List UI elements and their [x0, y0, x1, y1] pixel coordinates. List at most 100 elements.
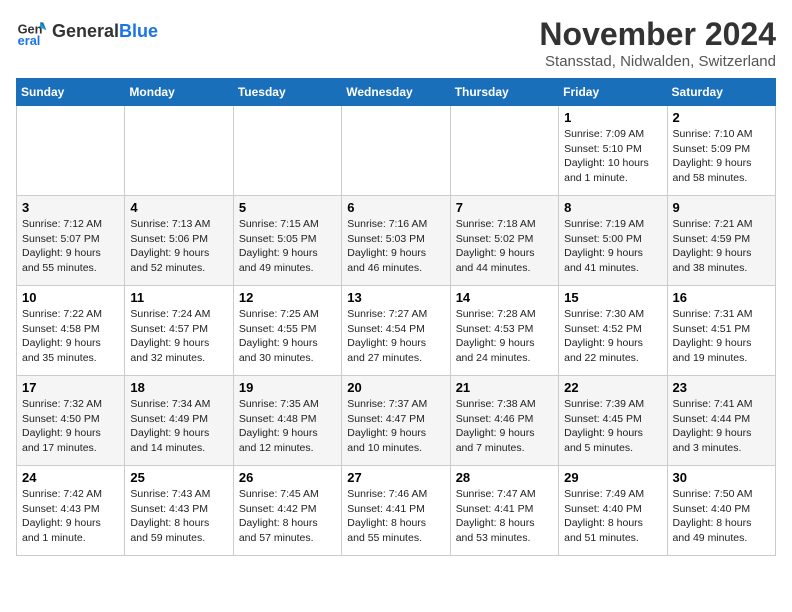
day-info: Sunrise: 7:27 AM Sunset: 4:54 PM Dayligh…	[347, 307, 444, 366]
month-title: November 2024	[539, 16, 776, 53]
calendar-cell: 19Sunrise: 7:35 AM Sunset: 4:48 PM Dayli…	[233, 376, 341, 466]
day-info: Sunrise: 7:31 AM Sunset: 4:51 PM Dayligh…	[673, 307, 770, 366]
day-info: Sunrise: 7:38 AM Sunset: 4:46 PM Dayligh…	[456, 397, 553, 456]
title-block: November 2024 Stansstad, Nidwalden, Swit…	[539, 16, 776, 70]
calendar-cell: 28 Sunrise: 7:47 AM Sunset: 4:41 PM Dayli…	[450, 466, 558, 556]
day-number: 1	[564, 110, 661, 125]
day-info: Sunrise: 7:30 AM Sunset: 4:52 PM Dayligh…	[564, 307, 661, 366]
day-info: Sunrise: 7:19 AM Sunset: 5:00 PM Dayligh…	[564, 217, 661, 276]
calendar-cell: 3 Sunrise: 7:12 AM Sunset: 5:07 PM Daylig…	[17, 196, 125, 286]
svg-text:eral: eral	[18, 33, 41, 48]
calendar-cell: 11 Sunrise: 7:24 AM Sunset: 4:57 PM Dayli…	[125, 286, 233, 376]
day-number: 15	[564, 290, 661, 305]
day-number: 14	[456, 290, 553, 305]
column-header-saturday: Saturday	[667, 79, 775, 106]
logo-icon: Gen eral	[16, 16, 48, 48]
calendar-week-5: 24 Sunrise: 7:42 AM Sunset: 4:43 PM Dayli…	[17, 466, 776, 556]
day-info: Sunrise: 7:10 AM Sunset: 5:09 PM Dayligh…	[673, 127, 770, 186]
column-header-thursday: Thursday	[450, 79, 558, 106]
day-number: 4	[130, 200, 227, 215]
calendar-cell	[17, 106, 125, 196]
column-header-friday: Friday	[559, 79, 667, 106]
day-number: 8	[564, 200, 661, 215]
day-info: Sunrise: 7:22 AM Sunset: 4:58 PM Dayligh…	[22, 307, 119, 366]
calendar-week-4: 17 Sunrise: 7:32 AM Sunset: 4:50 PM Dayli…	[17, 376, 776, 466]
day-info: Sunrise: 7:43 AM Sunset: 4:43 PM Dayligh…	[130, 487, 227, 546]
day-number: 18	[130, 380, 227, 395]
page-header: Gen eral GeneralBlue November 2024 Stans…	[16, 16, 776, 70]
column-header-wednesday: Wednesday	[342, 79, 450, 106]
day-number: 9	[673, 200, 770, 215]
calendar-cell: 7 Sunrise: 7:18 AM Sunset: 5:02 PM Daylig…	[450, 196, 558, 286]
day-number: 7	[456, 200, 553, 215]
calendar-cell: 20Sunrise: 7:37 AM Sunset: 4:47 PM Dayli…	[342, 376, 450, 466]
day-number: 12	[239, 290, 336, 305]
calendar-cell: 18 Sunrise: 7:34 AM Sunset: 4:49 PM Dayli…	[125, 376, 233, 466]
calendar-cell: 21 Sunrise: 7:38 AM Sunset: 4:46 PM Dayli…	[450, 376, 558, 466]
day-number: 17	[22, 380, 119, 395]
calendar-cell: 6 Sunrise: 7:16 AM Sunset: 5:03 PM Daylig…	[342, 196, 450, 286]
calendar-cell: 22Sunrise: 7:39 AM Sunset: 4:45 PM Dayli…	[559, 376, 667, 466]
day-number: 13	[347, 290, 444, 305]
calendar-cell: 12Sunrise: 7:25 AM Sunset: 4:55 PM Dayli…	[233, 286, 341, 376]
day-info: Sunrise: 7:34 AM Sunset: 4:49 PM Dayligh…	[130, 397, 227, 456]
day-info: Sunrise: 7:32 AM Sunset: 4:50 PM Dayligh…	[22, 397, 119, 456]
calendar-cell: 25Sunrise: 7:43 AM Sunset: 4:43 PM Dayli…	[125, 466, 233, 556]
day-number: 21	[456, 380, 553, 395]
day-info: Sunrise: 7:42 AM Sunset: 4:43 PM Dayligh…	[22, 487, 119, 546]
calendar-cell: 10Sunrise: 7:22 AM Sunset: 4:58 PM Dayli…	[17, 286, 125, 376]
day-info: Sunrise: 7:12 AM Sunset: 5:07 PM Dayligh…	[22, 217, 119, 276]
calendar-cell: 13 Sunrise: 7:27 AM Sunset: 4:54 PM Dayli…	[342, 286, 450, 376]
logo-text: GeneralBlue	[52, 22, 158, 42]
calendar-week-1: 1 Sunrise: 7:09 AM Sunset: 5:10 PM Daylig…	[17, 106, 776, 196]
day-number: 27	[347, 470, 444, 485]
calendar-cell: 26 Sunrise: 7:45 AM Sunset: 4:42 PM Dayli…	[233, 466, 341, 556]
day-number: 3	[22, 200, 119, 215]
day-info: Sunrise: 7:47 AM Sunset: 4:41 PM Dayligh…	[456, 487, 553, 546]
column-header-monday: Monday	[125, 79, 233, 106]
calendar-week-2: 3 Sunrise: 7:12 AM Sunset: 5:07 PM Daylig…	[17, 196, 776, 286]
day-info: Sunrise: 7:16 AM Sunset: 5:03 PM Dayligh…	[347, 217, 444, 276]
calendar-cell: 5Sunrise: 7:15 AM Sunset: 5:05 PM Daylig…	[233, 196, 341, 286]
calendar-cell: 4 Sunrise: 7:13 AM Sunset: 5:06 PM Daylig…	[125, 196, 233, 286]
day-info: Sunrise: 7:13 AM Sunset: 5:06 PM Dayligh…	[130, 217, 227, 276]
day-number: 28	[456, 470, 553, 485]
column-header-tuesday: Tuesday	[233, 79, 341, 106]
calendar-cell	[342, 106, 450, 196]
calendar-cell: 16 Sunrise: 7:31 AM Sunset: 4:51 PM Dayli…	[667, 286, 775, 376]
logo: Gen eral GeneralBlue	[16, 16, 158, 48]
day-number: 23	[673, 380, 770, 395]
location-title: Stansstad, Nidwalden, Switzerland	[539, 53, 776, 70]
calendar-cell: 15 Sunrise: 7:30 AM Sunset: 4:52 PM Dayli…	[559, 286, 667, 376]
day-number: 2	[673, 110, 770, 125]
calendar-week-3: 10Sunrise: 7:22 AM Sunset: 4:58 PM Dayli…	[17, 286, 776, 376]
calendar-cell	[125, 106, 233, 196]
day-number: 26	[239, 470, 336, 485]
day-info: Sunrise: 7:41 AM Sunset: 4:44 PM Dayligh…	[673, 397, 770, 456]
day-number: 24	[22, 470, 119, 485]
calendar-cell: 2 Sunrise: 7:10 AM Sunset: 5:09 PM Daylig…	[667, 106, 775, 196]
day-info: Sunrise: 7:18 AM Sunset: 5:02 PM Dayligh…	[456, 217, 553, 276]
calendar-cell: 24 Sunrise: 7:42 AM Sunset: 4:43 PM Dayli…	[17, 466, 125, 556]
calendar-header-row: SundayMondayTuesdayWednesdayThursdayFrid…	[17, 79, 776, 106]
column-header-sunday: Sunday	[17, 79, 125, 106]
day-info: Sunrise: 7:28 AM Sunset: 4:53 PM Dayligh…	[456, 307, 553, 366]
day-info: Sunrise: 7:45 AM Sunset: 4:42 PM Dayligh…	[239, 487, 336, 546]
day-info: Sunrise: 7:46 AM Sunset: 4:41 PM Dayligh…	[347, 487, 444, 546]
day-number: 29	[564, 470, 661, 485]
calendar-cell: 30Sunrise: 7:50 AM Sunset: 4:40 PM Dayli…	[667, 466, 775, 556]
day-number: 6	[347, 200, 444, 215]
day-info: Sunrise: 7:15 AM Sunset: 5:05 PM Dayligh…	[239, 217, 336, 276]
calendar-cell: 17 Sunrise: 7:32 AM Sunset: 4:50 PM Dayli…	[17, 376, 125, 466]
calendar-cell: 23 Sunrise: 7:41 AM Sunset: 4:44 PM Dayli…	[667, 376, 775, 466]
day-info: Sunrise: 7:49 AM Sunset: 4:40 PM Dayligh…	[564, 487, 661, 546]
day-number: 16	[673, 290, 770, 305]
day-info: Sunrise: 7:37 AM Sunset: 4:47 PM Dayligh…	[347, 397, 444, 456]
calendar-cell	[233, 106, 341, 196]
day-number: 30	[673, 470, 770, 485]
calendar-cell: 29 Sunrise: 7:49 AM Sunset: 4:40 PM Dayli…	[559, 466, 667, 556]
day-info: Sunrise: 7:24 AM Sunset: 4:57 PM Dayligh…	[130, 307, 227, 366]
calendar-cell: 1 Sunrise: 7:09 AM Sunset: 5:10 PM Daylig…	[559, 106, 667, 196]
day-info: Sunrise: 7:09 AM Sunset: 5:10 PM Dayligh…	[564, 127, 661, 186]
day-number: 11	[130, 290, 227, 305]
